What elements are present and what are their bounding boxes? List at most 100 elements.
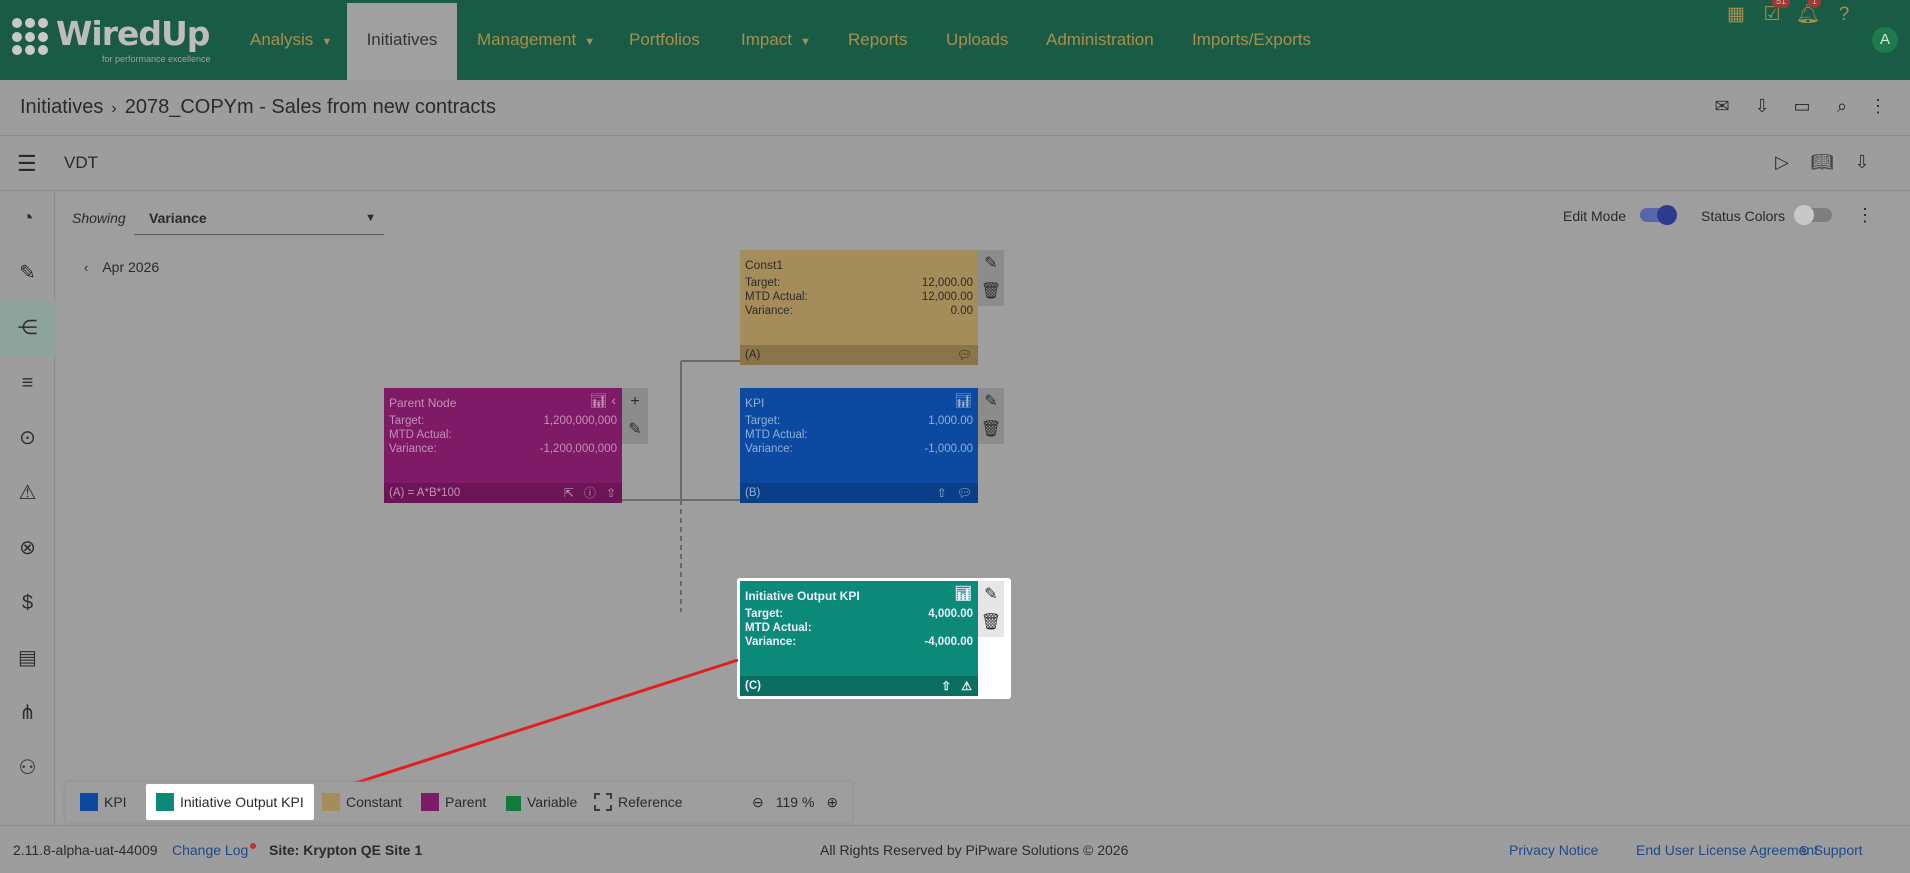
variance-value: -4,000.00 bbox=[924, 636, 973, 648]
document-search-icon[interactable]: ⌕ bbox=[1830, 96, 1854, 120]
legend: KPI Initiative Output KPI Constant Paren… bbox=[66, 782, 852, 822]
caret-down-icon: ▼ bbox=[800, 36, 811, 48]
document-edit-icon[interactable]: ▤ bbox=[0, 631, 55, 686]
upload-icon[interactable]: ⇧ bbox=[937, 486, 947, 500]
brand-tagline: for performance excellence bbox=[102, 54, 211, 64]
tree-icon[interactable]: ⋲ bbox=[0, 301, 55, 356]
breadcrumb-bar: Initiatives › 2078_COPYm - Sales from new … bbox=[0, 80, 1910, 136]
legend-variable: Variable bbox=[506, 782, 577, 822]
breadcrumb: Initiatives › 2078_COPYm - Sales from new … bbox=[20, 96, 496, 119]
edit-icon[interactable]: ✎ bbox=[978, 250, 1004, 278]
brand-logo[interactable]: WiredUp for performance excellence bbox=[12, 14, 217, 66]
top-navbar: WiredUp for performance excellence Analy… bbox=[0, 0, 1910, 80]
zoom-out-icon[interactable]: ⊖ bbox=[752, 794, 764, 810]
edit-mode-label: Edit Mode bbox=[1563, 208, 1627, 224]
site-label: Site: Krypton QE Site 1 bbox=[269, 842, 423, 858]
calendar-icon[interactable]: ▦ bbox=[1722, 0, 1750, 30]
workflow-icon[interactable]: ⋔ bbox=[0, 686, 55, 741]
privacy-link[interactable]: Privacy Notice bbox=[1509, 842, 1598, 858]
actual-value: 12,000.00 bbox=[921, 291, 973, 303]
status-colors-label: Status Colors bbox=[1701, 208, 1786, 224]
support-icon: ⊚ bbox=[1798, 842, 1810, 858]
upload-icon[interactable]: ⇧ bbox=[941, 679, 951, 693]
warning-icon[interactable]: ⚠ bbox=[961, 679, 972, 693]
help-icon[interactable]: ? bbox=[1830, 0, 1858, 30]
annotation-arrow bbox=[306, 658, 739, 800]
legend-initiative-output-kpi: Initiative Output KPI bbox=[146, 784, 314, 820]
nav-impact[interactable]: Impact ▼ bbox=[741, 0, 811, 80]
nav-reports[interactable]: Reports bbox=[848, 0, 908, 80]
edit-mode-toggle[interactable] bbox=[1640, 205, 1677, 225]
trash-icon[interactable]: 🗑︎ bbox=[978, 416, 1004, 444]
comment-icon[interactable]: 💬︎ bbox=[957, 486, 972, 500]
notifications-badge: 1 bbox=[1808, 0, 1822, 8]
users-icon[interactable]: ⚇ bbox=[0, 741, 55, 796]
app-version: 2.11.8-alpha-uat-44009 bbox=[13, 842, 158, 858]
list-icon[interactable]: ≡ bbox=[0, 356, 55, 411]
brand-name: WiredUp bbox=[56, 14, 210, 53]
comment-icon[interactable]: 💬︎ bbox=[957, 348, 972, 362]
book-icon[interactable]: 📖︎ bbox=[1810, 152, 1834, 176]
zoom-control: ⊖ 119 % ⊕ bbox=[746, 782, 844, 822]
chart-icon[interactable]: 📊︎ bbox=[954, 585, 972, 602]
email-icon[interactable]: ✉ bbox=[1710, 96, 1734, 120]
copyright: All Rights Reserved by PiPware Solutions… bbox=[820, 842, 1129, 858]
vdt-canvas[interactable]: Showing Variance ▼ Edit Mode Status Colo… bbox=[56, 192, 1910, 825]
nav-management[interactable]: Management ▼ bbox=[477, 0, 595, 80]
nav-analysis[interactable]: Analysis ▼ bbox=[250, 0, 332, 80]
edit-icon[interactable]: ✎ bbox=[0, 246, 55, 301]
breadcrumb-root[interactable]: Initiatives bbox=[20, 96, 103, 118]
nav-administration[interactable]: Administration bbox=[1046, 0, 1154, 80]
legend-reference: Reference bbox=[594, 782, 683, 822]
page-footer: 2.11.8-alpha-uat-44009 Change Log Site: … bbox=[0, 825, 1910, 873]
support-link[interactable]: ⊚ Support bbox=[1798, 842, 1863, 859]
zoom-level: 119 % bbox=[775, 794, 815, 810]
note-icon[interactable]: ▭ bbox=[1790, 96, 1814, 120]
nav-imports-exports[interactable]: Imports/Exports bbox=[1192, 0, 1311, 80]
vdt-toolbar: ☰ VDT ▷ 📖︎ ⇩ bbox=[0, 136, 1910, 191]
play-icon[interactable]: ▷ bbox=[1770, 152, 1794, 176]
money-search-icon[interactable]: ⊙ bbox=[0, 411, 55, 466]
nav-portfolios[interactable]: Portfolios bbox=[629, 0, 700, 80]
tasks-badge: 51 bbox=[1772, 0, 1791, 8]
edit-icon[interactable]: ✎ bbox=[978, 388, 1004, 416]
legend-kpi: KPI bbox=[80, 782, 127, 822]
legend-parent: Parent bbox=[421, 782, 486, 822]
bell-icon[interactable]: 🔔︎ 1 bbox=[1794, 0, 1822, 30]
chevron-right-icon: › bbox=[111, 100, 117, 117]
trash-icon[interactable]: 🗑︎ bbox=[978, 278, 1004, 306]
binoculars-icon[interactable]: ⊗ bbox=[0, 521, 55, 576]
vdt-title: VDT bbox=[64, 153, 98, 172]
nav-initiatives[interactable]: Initiatives bbox=[347, 3, 457, 80]
caret-down-icon: ▼ bbox=[584, 36, 596, 48]
eula-link[interactable]: End User License Agreement bbox=[1636, 842, 1818, 858]
target-value: 12,000.00 bbox=[921, 277, 973, 289]
zoom-in-icon[interactable]: ⊕ bbox=[826, 794, 838, 810]
caret-down-icon: ▼ bbox=[321, 36, 333, 48]
tasks-icon[interactable]: ☑ 51 bbox=[1758, 0, 1791, 30]
logo-dots-icon bbox=[12, 18, 50, 56]
variance-value: -1,000.00 bbox=[924, 443, 973, 455]
change-log-link[interactable]: Change Log bbox=[172, 842, 257, 858]
warning-icon[interactable]: ⚠ bbox=[0, 466, 55, 521]
breadcrumb-current: 2078_COPYm - Sales from new contracts bbox=[124, 96, 496, 118]
chart-icon[interactable]: 📊︎ bbox=[954, 392, 972, 409]
left-sidebar: ◔ ✎ ⋲ ≡ ⊙ ⚠ ⊗ $ ▤ ⋔ ⚇ bbox=[0, 191, 55, 825]
menu-icon[interactable]: ☰ bbox=[17, 151, 37, 177]
dashboard-icon[interactable]: ◔ bbox=[0, 191, 55, 246]
nav-uploads[interactable]: Uploads bbox=[946, 0, 1008, 80]
target-value: 4,000.00 bbox=[928, 608, 973, 620]
more-vertical-icon[interactable]: ⋮ bbox=[1856, 205, 1874, 226]
download-icon[interactable]: ⇩ bbox=[1750, 96, 1774, 120]
hand-money-icon[interactable]: $ bbox=[0, 576, 55, 631]
variance-value: 0.00 bbox=[950, 305, 973, 317]
legend-constant: Constant bbox=[322, 782, 402, 822]
user-avatar[interactable]: A bbox=[1872, 27, 1898, 53]
more-vertical-icon[interactable]: ⋮ bbox=[1866, 96, 1890, 120]
trash-icon[interactable]: 🗑︎ bbox=[978, 609, 1004, 637]
edit-icon[interactable]: ✎ bbox=[978, 581, 1004, 609]
download-icon[interactable]: ⇩ bbox=[1850, 152, 1874, 176]
new-indicator-dot bbox=[250, 843, 257, 849]
status-colors-toggle[interactable] bbox=[1794, 205, 1832, 225]
target-value: 1,000.00 bbox=[928, 415, 973, 427]
